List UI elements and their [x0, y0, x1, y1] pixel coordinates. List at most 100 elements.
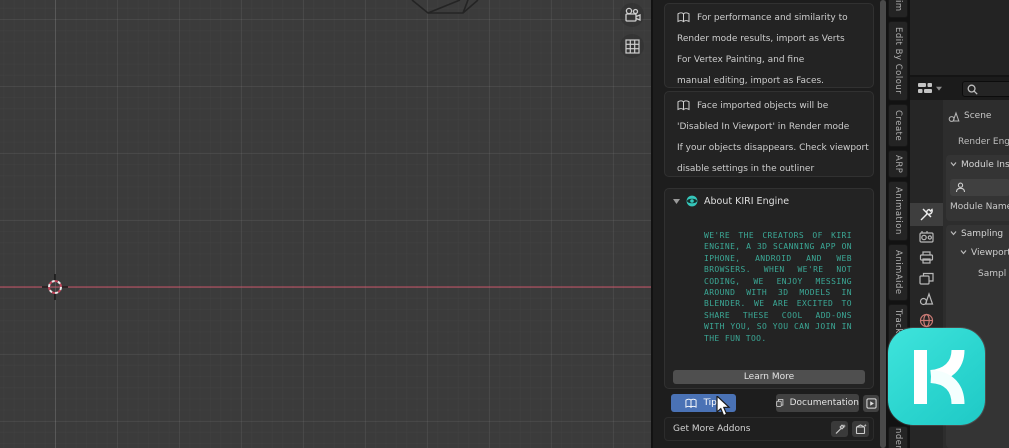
tab-label: im	[893, 0, 903, 12]
camera-view-button[interactable]	[620, 3, 644, 27]
tip-text: manual editing, import as Faces.	[677, 75, 825, 86]
scene-tab-icon[interactable]	[919, 292, 934, 306]
tip-text: 'Disabled In Viewport' in Render mode	[677, 121, 850, 132]
about-body-line: CODING, WE ENJOY MESSING	[704, 276, 852, 286]
addon-package-button[interactable]	[852, 421, 869, 437]
search-icon	[967, 84, 978, 95]
sidebar-tab-animaide[interactable]: AnimAide	[888, 244, 908, 301]
tip-line: disable settings in the outliner	[665, 158, 873, 179]
tip-text: disable settings in the outliner	[677, 163, 815, 174]
sidebar-tab-arp[interactable]: ARP	[888, 150, 908, 178]
about-body-line: SHARE THESE COOL ADD-ONS	[704, 310, 852, 320]
grid-origin-line	[55, 0, 56, 448]
about-body-line: BROWSERS. WHEN WE'RE NOT	[704, 265, 852, 275]
about-body-line: ENGINE, A 3D SCANNING APP ON	[704, 242, 852, 252]
about-body-line: WE'RE THE CREATORS OF KIRI	[704, 231, 852, 240]
tool-sparkle-icon	[835, 424, 846, 434]
learn-more-label: Learn More	[743, 372, 795, 382]
tip-line: manual editing, import as Faces.	[665, 70, 873, 91]
tips-book-icon	[685, 398, 697, 408]
about-body-line: THE FUN TOO.	[704, 333, 767, 343]
search-input[interactable]	[962, 81, 1009, 97]
mouse-cursor-arrow	[716, 396, 731, 417]
tip-box-viewport: Face imported objects will be 'Disabled …	[664, 91, 874, 177]
camera-gizmo-icon	[625, 7, 641, 22]
sidebar-tab-animation[interactable]: Animation	[888, 181, 908, 241]
3d-cursor[interactable]	[41, 273, 69, 301]
about-title: About KIRI Engine	[704, 195, 790, 207]
about-body-line: BLENDER. WE ARE EXCITED TO	[704, 299, 852, 309]
render-tab-icon[interactable]	[919, 230, 934, 243]
tip-text: Render mode results, import as Verts	[677, 33, 845, 44]
chevron-down-icon	[936, 86, 942, 91]
get-more-addons-row: Get More Addons	[664, 417, 874, 441]
tip-line: For Vertex Painting, and fine	[665, 49, 873, 70]
tip-line: Render mode results, import as Verts	[665, 28, 873, 49]
about-kiri-panel: About KIRI Engine WE'RE THE CREATORS OF …	[664, 188, 874, 389]
video-tutorial-button[interactable]	[863, 395, 879, 412]
documentation-pages-icon	[776, 399, 784, 407]
grid-toggle-button[interactable]	[620, 34, 644, 58]
tab-label: Create	[893, 109, 903, 142]
tip-line: For performance and similarity to	[665, 7, 873, 28]
tab-label: Animation	[893, 187, 903, 235]
chevron-down-icon	[950, 231, 957, 236]
documentation-label: Documentation	[789, 398, 859, 408]
output-tab-icon[interactable]	[919, 251, 934, 264]
tip-text: For Vertex Painting, and fine	[677, 54, 805, 65]
book-icon	[677, 12, 690, 23]
breadcrumb-scene[interactable]: Scene	[964, 111, 991, 121]
tip-line: Face imported objects will be	[665, 95, 873, 116]
tab-label: Edit By Colour	[893, 27, 903, 95]
tip-text: If your objects disappears. Check viewpo…	[677, 142, 869, 153]
chevron-down-icon	[950, 162, 957, 167]
module-install-button[interactable]	[950, 179, 1009, 196]
module-name-label: Module Name:	[950, 202, 1009, 212]
about-body-line: WITH YOU, SO YOU CAN JOIN IN	[704, 322, 852, 332]
about-body-line: IPHONE, ANDROID AND WEB	[704, 253, 852, 263]
sidebar-tab-edit-by-colour[interactable]: Edit By Colour	[888, 21, 908, 101]
panel-collapse-arrow-icon	[673, 199, 680, 204]
tab-label: ARP	[893, 154, 903, 174]
tip-box-import: For performance and similarity to Render…	[664, 3, 874, 88]
person-icon	[955, 182, 966, 193]
x-axis-line	[0, 286, 651, 288]
scene-breadcrumb-icon	[948, 111, 960, 122]
samples-label: Sampl	[978, 269, 1007, 279]
tool-tab-icon[interactable]	[919, 207, 934, 222]
video-play-icon	[865, 398, 877, 409]
sampling-header[interactable]: Sampling	[950, 229, 1003, 239]
book-icon	[677, 100, 690, 111]
tip-text: Face imported objects will be	[697, 100, 829, 111]
render-engine-label: Render Engin	[958, 137, 1009, 147]
tip-line: If your objects disappears. Check viewpo…	[665, 137, 873, 158]
about-panel-header[interactable]: About KIRI Engine	[673, 195, 789, 207]
tab-label: nder	[893, 428, 903, 448]
tip-line: 'Disabled In Viewport' in Render mode	[665, 116, 873, 137]
tip-text: For performance and similarity to	[697, 12, 848, 23]
kiri-engine-logo	[888, 328, 985, 425]
tool-sparkle-button[interactable]	[831, 421, 848, 437]
sidebar-tab-create[interactable]: Create	[888, 104, 908, 147]
kiri-addon-icon	[686, 195, 698, 207]
grid-gizmo-icon	[624, 38, 640, 54]
3d-viewport[interactable]	[0, 0, 653, 448]
sidebar-tab-partial-bottom[interactable]: nder	[888, 426, 908, 448]
kiri-sidebar-panel: For performance and similarity to Render…	[655, 0, 886, 448]
viewport-subheader[interactable]: Viewport	[960, 248, 1009, 258]
sidebar-tab-partial-top[interactable]: im	[888, 0, 908, 18]
addon-package-icon	[855, 423, 867, 435]
module-install-header[interactable]: Module Installa	[950, 160, 1009, 170]
tab-label: AnimAide	[893, 250, 903, 295]
learn-more-button[interactable]: Learn More	[673, 370, 865, 384]
get-more-addons-label: Get More Addons	[673, 424, 751, 434]
properties-editor-icon[interactable]	[918, 83, 933, 94]
world-tab-icon[interactable]	[919, 313, 934, 328]
documentation-button[interactable]: Documentation	[776, 394, 859, 412]
view-layer-tab-icon[interactable]	[919, 272, 934, 285]
chevron-down-icon	[960, 250, 967, 255]
module-install-panel: Module Installa Module Name:	[946, 155, 1009, 221]
mesh-wireframe[interactable]	[405, 0, 490, 17]
outliner-area[interactable]	[910, 0, 1009, 77]
kiri-k-glyph	[914, 349, 965, 405]
